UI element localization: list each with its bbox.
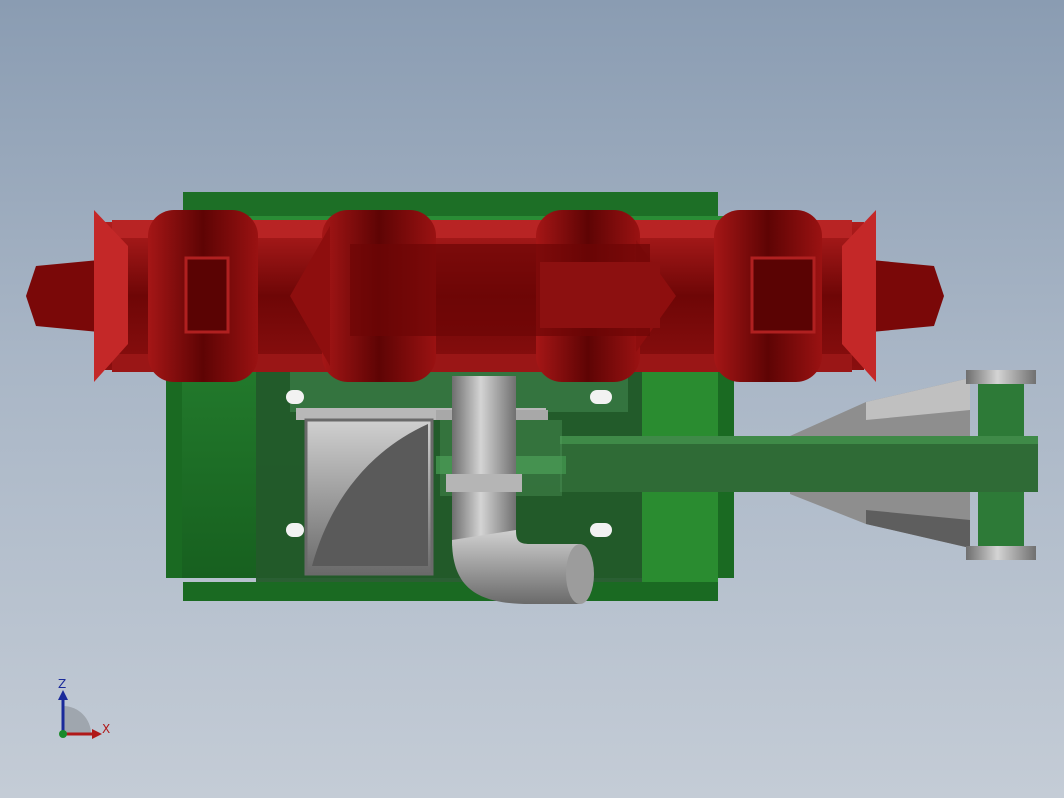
arm-beam[interactable] [560,436,1038,492]
slot-bottom-right [590,523,612,537]
chain-center-highlight [540,262,660,328]
pipe-outlet [566,544,594,604]
triad-quadrant [63,706,91,734]
z-axis-label: Z [58,677,66,691]
slot-bottom-left [286,523,304,537]
axis-triad: Z X [58,677,110,739]
frame-top-rail[interactable] [183,192,718,218]
arm-beam-highlight [560,436,1038,444]
z-axis-arrow [58,690,68,700]
chain-window-left [184,256,230,334]
pipe-vertical[interactable] [452,376,516,546]
pipe-collar[interactable] [446,474,522,492]
roller-chain-part[interactable] [26,210,944,382]
assembly-model[interactable] [0,0,1064,798]
slot-top-right [590,390,612,404]
frame-bottom-rail[interactable] [183,582,718,601]
x-axis-arrow [92,729,102,739]
y-axis-dot [59,730,67,738]
x-axis-label: X [102,722,110,736]
frame-left-flange[interactable] [166,370,182,578]
cad-viewport[interactable]: Z X [0,0,1064,798]
chain-window-right [750,256,816,334]
bracket-end-cap-bottom[interactable] [966,546,1036,560]
slot-top-left [286,390,304,404]
bracket-end-cap-top[interactable] [966,370,1036,384]
